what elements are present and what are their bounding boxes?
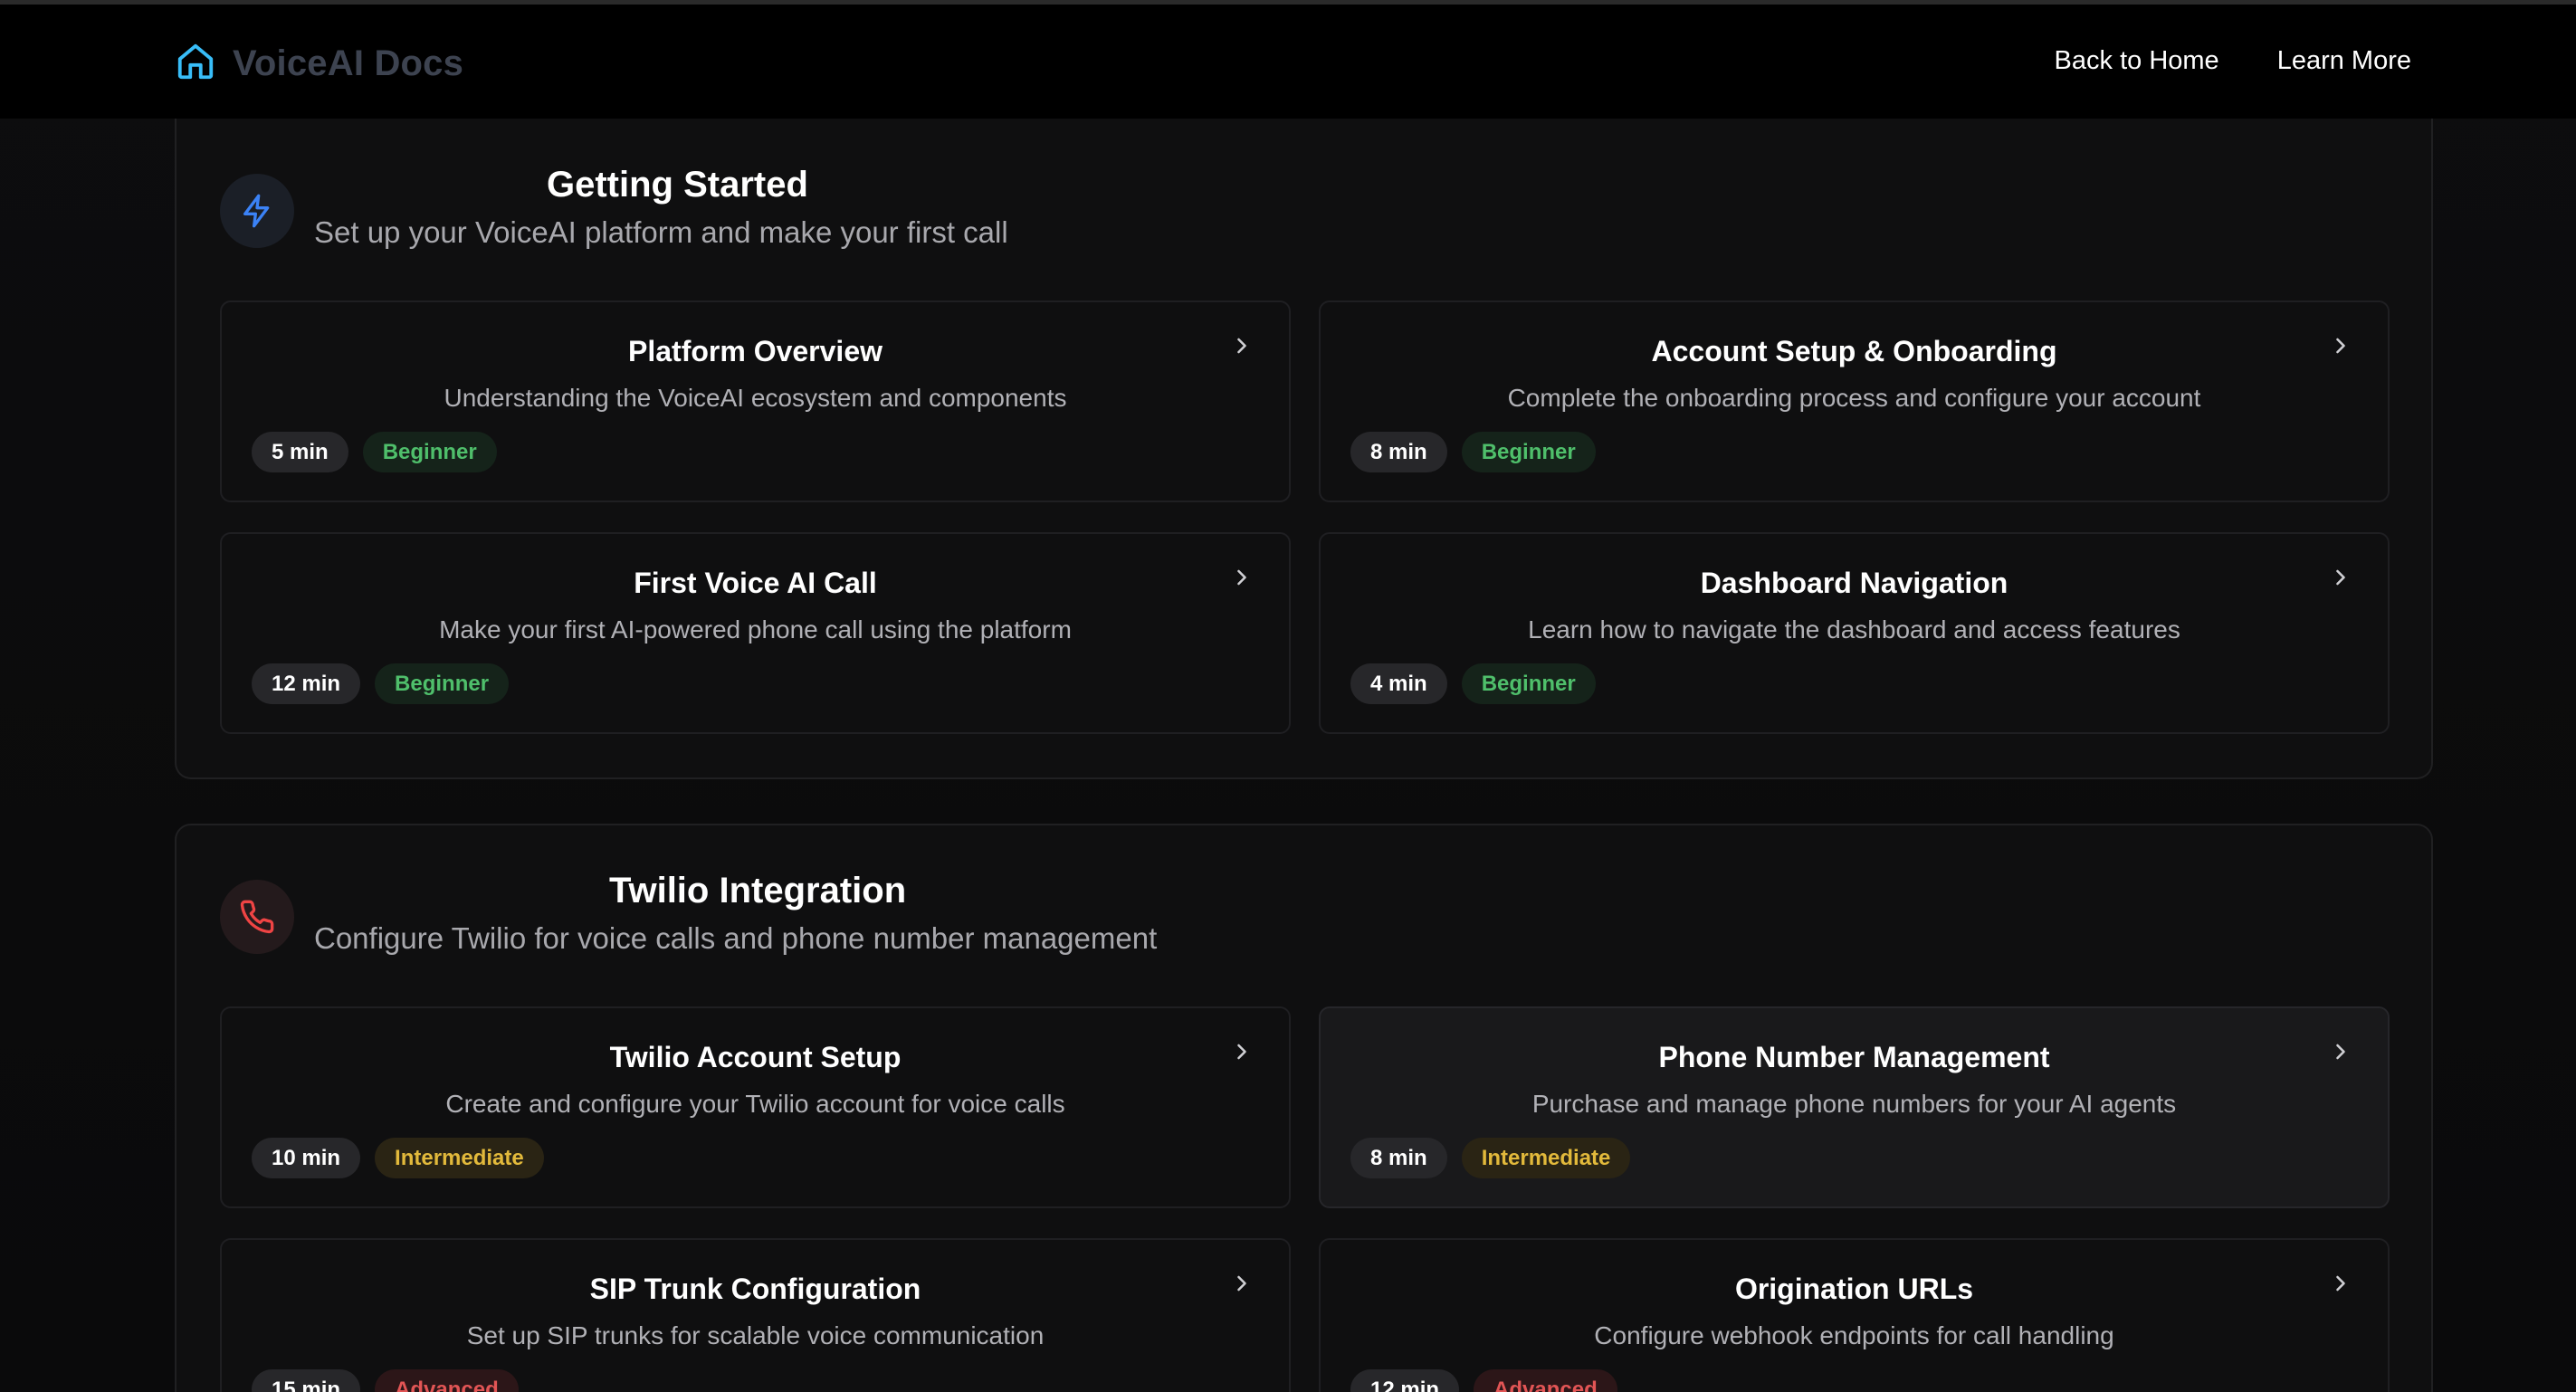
card-sip-trunk-configuration[interactable]: SIP Trunk Configuration Set up SIP trunk… — [220, 1238, 1291, 1392]
card-badges: 10 min Intermediate — [252, 1138, 544, 1178]
card-platform-overview[interactable]: Platform Overview Understanding the Voic… — [220, 300, 1291, 502]
card-description: Complete the onboarding process and conf… — [1507, 384, 2201, 412]
card-title: Dashboard Navigation — [1700, 567, 2008, 599]
level-badge: Intermediate — [1461, 1138, 1631, 1178]
card-description: Learn how to navigate the dashboard and … — [1528, 615, 2180, 644]
section-twilio-integration: Twilio Integration Configure Twilio for … — [175, 824, 2433, 1392]
level-badge: Advanced — [1474, 1369, 1617, 1392]
chevron-right-icon — [1237, 569, 1246, 586]
card-description: Configure webhook endpoints for call han… — [1594, 1321, 2114, 1349]
chevron-right-icon — [2336, 1275, 2345, 1292]
card-title: Platform Overview — [628, 335, 883, 367]
card-phone-number-management[interactable]: Phone Number Management Purchase and man… — [1319, 1006, 2390, 1208]
card-first-voice-call[interactable]: First Voice AI Call Make your first AI-p… — [220, 532, 1291, 734]
card-dashboard-navigation[interactable]: Dashboard Navigation Learn how to naviga… — [1319, 532, 2390, 734]
card-origination-urls[interactable]: Origination URLs Configure webhook endpo… — [1319, 1238, 2390, 1392]
brand-link[interactable]: VoiceAI Docs — [175, 41, 463, 87]
header-nav: Back to Home Learn More — [2055, 46, 2411, 76]
section-getting-started: Getting Started Set up your VoiceAI plat… — [175, 91, 2433, 779]
top-navbar: VoiceAI Docs Back to Home Learn More — [0, 0, 2576, 119]
duration-badge: 15 min — [252, 1369, 361, 1392]
duration-badge: 8 min — [1350, 432, 1447, 472]
card-badges: 15 min Advanced — [252, 1369, 519, 1392]
section-title: Getting Started — [547, 165, 808, 205]
card-title: Account Setup & Onboarding — [1651, 335, 2057, 367]
card-account-setup[interactable]: Account Setup & Onboarding Complete the … — [1319, 300, 2390, 502]
chevron-right-icon — [2336, 569, 2345, 586]
duration-badge: 8 min — [1350, 1138, 1447, 1178]
docs-page: VoiceAI Docs Back to Home Learn More Get… — [0, 0, 2576, 1392]
lightning-icon — [220, 174, 294, 248]
section-title: Twilio Integration — [609, 871, 907, 911]
card-twilio-account-setup[interactable]: Twilio Account Setup Create and configur… — [220, 1006, 1291, 1208]
section-subtitle: Configure Twilio for voice calls and pho… — [314, 921, 1158, 955]
card-badges: 4 min Beginner — [1350, 663, 1596, 704]
card-title: SIP Trunk Configuration — [589, 1273, 921, 1305]
duration-badge: 4 min — [1350, 663, 1447, 704]
chevron-right-icon — [1237, 338, 1246, 354]
learn-more-link[interactable]: Learn More — [2277, 46, 2411, 76]
duration-badge: 12 min — [1350, 1369, 1460, 1392]
card-description: Understanding the VoiceAI ecosystem and … — [444, 384, 1067, 412]
back-to-home-link[interactable]: Back to Home — [2055, 46, 2219, 76]
chevron-right-icon — [1237, 1275, 1246, 1292]
duration-badge: 12 min — [252, 663, 361, 704]
card-badges: 12 min Beginner — [252, 663, 510, 704]
phone-icon — [220, 880, 294, 954]
level-badge: Beginner — [362, 432, 497, 472]
card-badges: 5 min Beginner — [252, 432, 497, 472]
card-title: Twilio Account Setup — [609, 1041, 902, 1073]
chevron-right-icon — [2336, 338, 2345, 354]
home-icon — [175, 41, 216, 87]
card-description: Create and configure your Twilio account… — [445, 1090, 1065, 1118]
chevron-right-icon — [1237, 1044, 1246, 1060]
card-title: Origination URLs — [1734, 1273, 1974, 1305]
duration-badge: 10 min — [252, 1138, 361, 1178]
card-badges: 8 min Beginner — [1350, 432, 1596, 472]
card-badges: 12 min Advanced — [1350, 1369, 1617, 1392]
card-title: First Voice AI Call — [634, 567, 877, 599]
card-description: Set up SIP trunks for scalable voice com… — [466, 1321, 1045, 1349]
duration-badge: 5 min — [252, 432, 348, 472]
card-description: Make your first AI-powered phone call us… — [439, 615, 1072, 644]
brand-name: VoiceAI Docs — [233, 43, 464, 83]
card-title: Phone Number Management — [1658, 1041, 2050, 1073]
level-badge: Beginner — [1461, 663, 1596, 704]
level-badge: Beginner — [1461, 432, 1596, 472]
card-badges: 8 min Intermediate — [1350, 1138, 1631, 1178]
level-badge: Intermediate — [375, 1138, 544, 1178]
card-description: Purchase and manage phone numbers for yo… — [1531, 1090, 2177, 1118]
level-badge: Advanced — [375, 1369, 519, 1392]
section-subtitle: Set up your VoiceAI platform and make yo… — [314, 215, 1008, 249]
chevron-right-icon — [2336, 1044, 2345, 1060]
level-badge: Beginner — [375, 663, 510, 704]
